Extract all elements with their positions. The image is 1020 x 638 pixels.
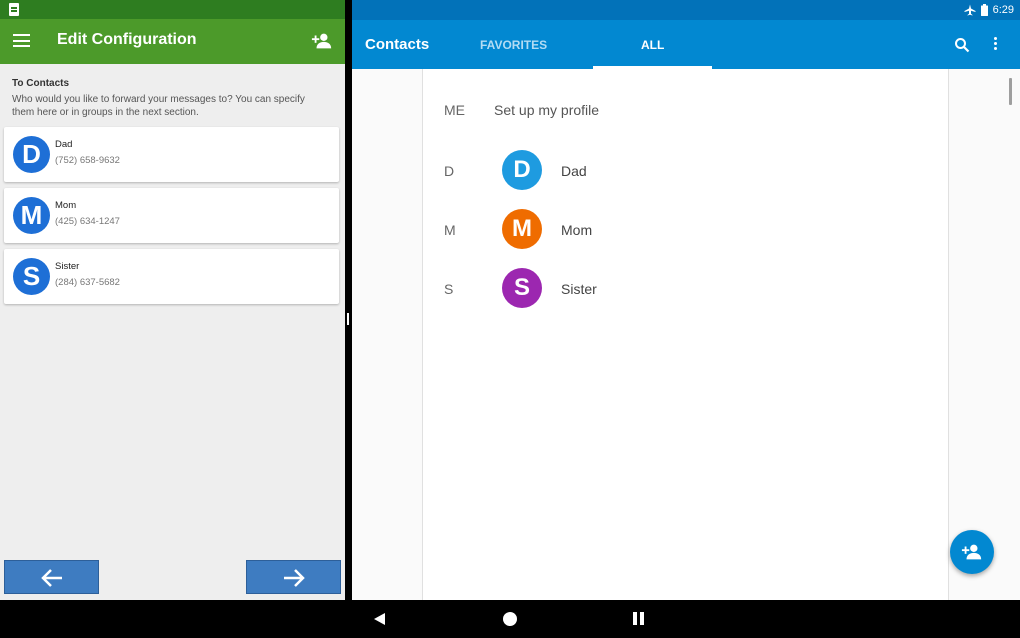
app-title: Contacts — [365, 36, 430, 53]
contact-card-dad[interactable]: D Dad (752) 658-9632 — [4, 127, 339, 182]
avatar: M — [13, 197, 50, 234]
status-time: 6:29 — [992, 4, 1014, 16]
arrow-right-icon — [284, 569, 305, 587]
back-button[interactable] — [4, 560, 99, 594]
contact-name: Dad — [55, 139, 73, 150]
avatar[interactable]: S — [502, 268, 542, 308]
tab-favorites[interactable]: FAVORITES — [480, 38, 547, 52]
contact-name-dad[interactable]: Dad — [561, 163, 587, 179]
home-circle-icon[interactable] — [503, 612, 517, 626]
right-app-bar: Contacts FAVORITES ALL — [352, 20, 1020, 69]
section-description: Who would you like to forward your messa… — [12, 94, 305, 118]
system-nav-bar — [0, 600, 1020, 638]
page-title: Edit Configuration — [57, 31, 197, 48]
battery-icon — [980, 4, 988, 16]
more-vert-icon[interactable] — [992, 37, 998, 53]
add-contact-fab[interactable] — [950, 530, 994, 574]
person-add-icon[interactable] — [311, 31, 333, 51]
split-screen-divider[interactable] — [345, 0, 352, 600]
arrow-left-icon — [41, 569, 62, 587]
avatar: D — [13, 136, 50, 173]
contact-phone: (752) 658-9632 — [55, 155, 120, 166]
back-triangle-icon[interactable] — [373, 612, 386, 626]
section-letter-m: M — [444, 222, 456, 238]
contact-name: Sister — [55, 261, 80, 272]
contact-card-sister[interactable]: S Sister (284) 637-5682 — [4, 249, 339, 304]
person-add-icon — [961, 544, 982, 560]
left-status-bar — [0, 0, 345, 19]
left-app-bar: Edit Configuration — [0, 19, 345, 64]
avatar[interactable]: D — [502, 150, 542, 190]
tab-all[interactable]: ALL — [641, 38, 664, 52]
contact-name: Mom — [55, 200, 77, 211]
contact-phone: (284) 637-5682 — [55, 277, 120, 288]
section-letter-s: S — [444, 281, 454, 297]
contact-name-sister[interactable]: Sister — [561, 281, 597, 297]
menu-icon[interactable] — [13, 34, 30, 47]
me-label: ME — [444, 102, 465, 118]
contact-name-mom[interactable]: Mom — [561, 222, 592, 238]
next-button[interactable] — [246, 560, 341, 594]
airplane-mode-icon — [964, 4, 976, 16]
recents-icon[interactable] — [632, 612, 645, 625]
setup-profile-link[interactable]: Set up my profile — [494, 102, 599, 118]
right-status-bar: 6:29 — [352, 0, 1020, 20]
contact-phone: (425) 634-1247 — [55, 216, 120, 227]
section-letter-d: D — [444, 163, 455, 179]
avatar[interactable]: M — [502, 209, 542, 249]
right-app-pane: 6:29 Contacts FAVORITES ALL ME Set up my… — [352, 0, 1020, 600]
avatar: S — [13, 258, 50, 295]
section-heading: To Contacts — [12, 78, 70, 89]
scrollbar-thumb[interactable] — [1009, 78, 1012, 105]
left-app-pane: Edit Configuration To Contacts Who would… — [0, 0, 345, 600]
contact-card-mom[interactable]: M Mom (425) 634-1247 — [4, 188, 339, 243]
divider-handle[interactable] — [347, 313, 349, 325]
contacts-list: ME Set up my profile D D Dad M M Mom S S… — [422, 69, 949, 600]
search-icon[interactable] — [954, 37, 970, 53]
notification-icon — [9, 3, 19, 16]
